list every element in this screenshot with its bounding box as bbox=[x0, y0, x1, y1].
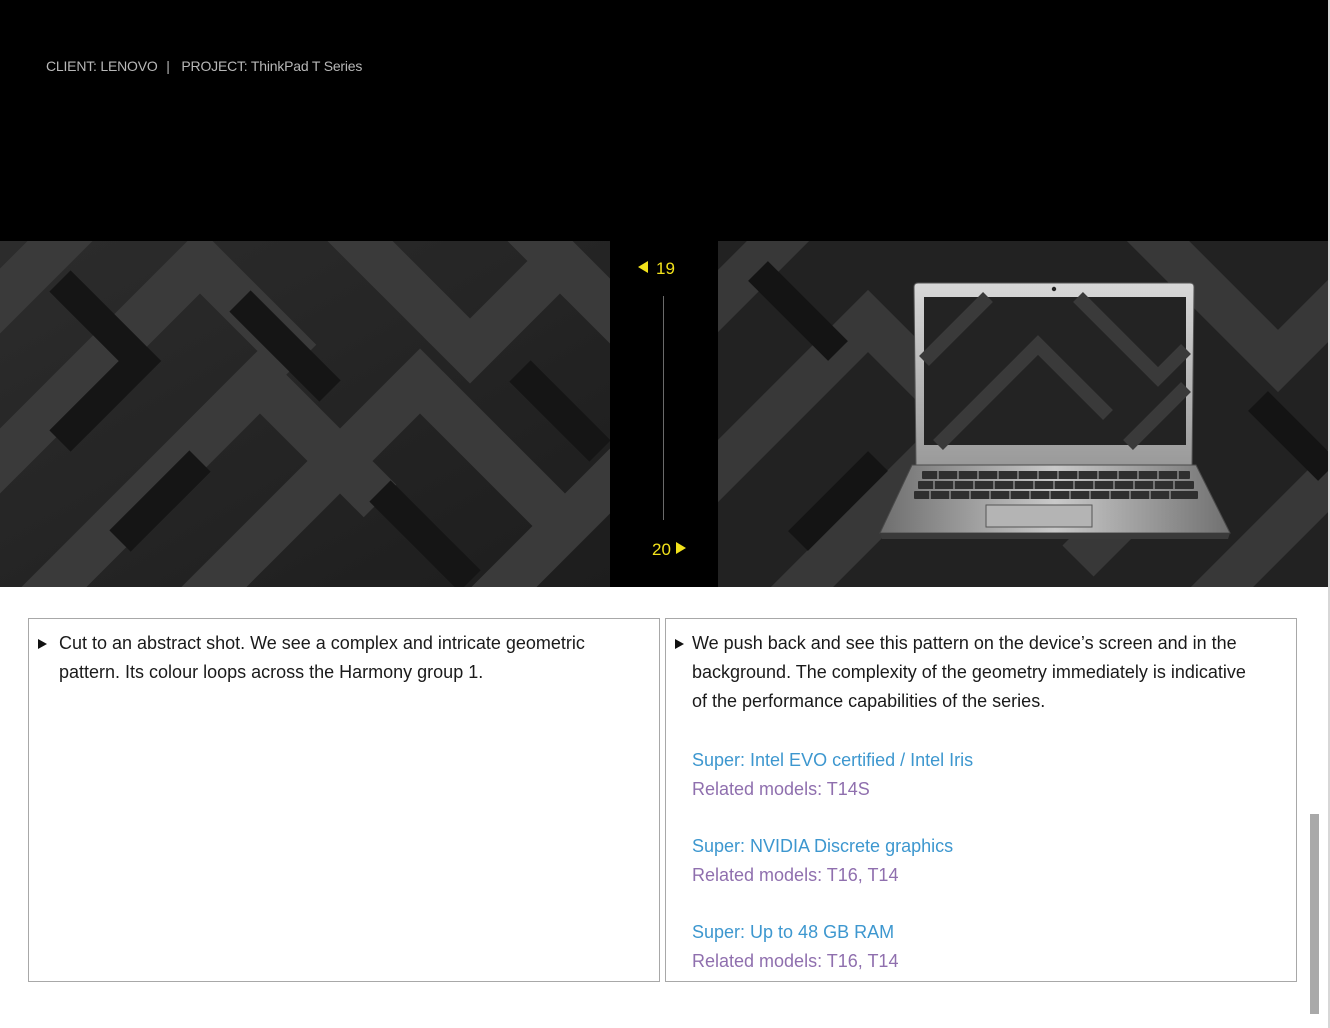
frame-20-description: We push back and see this pattern on the… bbox=[692, 633, 1246, 711]
laptop-illustration bbox=[879, 282, 1231, 539]
feature-super-text: Super: Up to 48 GB RAM bbox=[692, 922, 895, 942]
feature-related-models: Related models: T16, T14 bbox=[692, 865, 899, 885]
project-meta: CLIENT: LENOVO | PROJECT: ThinkPad T Ser… bbox=[46, 58, 362, 74]
project-label: PROJECT: ThinkPad T Series bbox=[181, 58, 363, 74]
nav-divider-line bbox=[663, 296, 664, 520]
frame-19-description-box: Cut to an abstract shot. We see a comple… bbox=[28, 618, 660, 982]
feature-related-models: Related models: T14S bbox=[692, 779, 870, 799]
bullet-triangle-icon bbox=[38, 639, 47, 649]
frame-19-description: Cut to an abstract shot. We see a comple… bbox=[59, 633, 585, 682]
vertical-scrollbar-thumb[interactable] bbox=[1310, 814, 1319, 1014]
frame-20-description-box: We push back and see this pattern on the… bbox=[665, 618, 1297, 982]
client-label: CLIENT: LENOVO bbox=[46, 58, 158, 74]
bullet-triangle-icon bbox=[675, 639, 684, 649]
arrow-left-icon bbox=[638, 261, 648, 273]
arrow-right-icon bbox=[675, 542, 686, 554]
prev-page-button[interactable]: 19 bbox=[638, 259, 675, 279]
feature-item: Super: NVIDIA Discrete graphics Related … bbox=[692, 832, 1256, 890]
feature-list: Super: Intel EVO certified / Intel Iris … bbox=[692, 746, 1256, 1004]
next-page-button[interactable]: 20 bbox=[652, 540, 686, 560]
header-bar: CLIENT: LENOVO | PROJECT: ThinkPad T Ser… bbox=[0, 0, 1330, 241]
page-navigation: 19 20 bbox=[610, 241, 718, 587]
geometric-pattern bbox=[0, 241, 610, 587]
prev-page-number: 19 bbox=[656, 259, 675, 278]
feature-item: Super: Intel EVO certified / Intel Iris … bbox=[692, 746, 1256, 804]
feature-related-models: Related models: T16, T14 bbox=[692, 951, 899, 971]
frame-19-image bbox=[0, 241, 610, 587]
feature-super-text: Super: NVIDIA Discrete graphics bbox=[692, 836, 954, 856]
meta-separator: | bbox=[166, 58, 170, 74]
feature-super-text: Super: Intel EVO certified / Intel Iris bbox=[692, 750, 974, 770]
frame-20-image bbox=[718, 241, 1330, 587]
feature-item: Super: Up to 48 GB RAM Related models: T… bbox=[692, 918, 1256, 976]
next-page-number: 20 bbox=[652, 540, 671, 559]
